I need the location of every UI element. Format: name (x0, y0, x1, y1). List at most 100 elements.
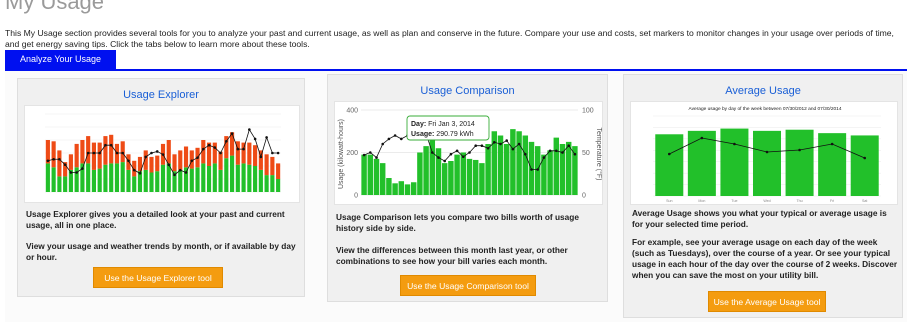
average-usage-title[interactable]: Average Usage (624, 85, 902, 97)
bar-green (423, 146, 429, 195)
bar-green (687, 130, 716, 196)
bar-green (392, 183, 398, 195)
bar-green (45, 163, 50, 192)
temperature-point (213, 146, 217, 149)
temperature-point (69, 171, 73, 174)
average-usage-text-2: For example, see your average usage on e… (632, 237, 898, 280)
bar-green (143, 169, 148, 192)
bar-red (132, 160, 137, 177)
bar-red (80, 140, 85, 164)
bar-green (785, 129, 814, 196)
x-tick-label: Thu (796, 199, 802, 203)
bar-red (212, 142, 217, 164)
temperature-point (75, 171, 78, 174)
temperature-point (178, 168, 182, 172)
bar-red (247, 142, 252, 165)
temperature-point (144, 155, 148, 159)
temperature-point (511, 147, 515, 151)
bar-green (253, 166, 258, 192)
bar-green (479, 163, 485, 195)
temperature-point (393, 134, 397, 137)
bar-green (206, 166, 212, 192)
temperature-point (58, 157, 61, 161)
usage-comparison-card: Usage Comparison 400 200 0 100 50 0 Usage (kil… (327, 74, 608, 302)
bar-green (655, 134, 684, 196)
temperature-point (265, 136, 268, 139)
bar-green (103, 164, 108, 192)
temperature-point (46, 159, 50, 163)
temperature-point (155, 150, 159, 153)
bar-red (68, 154, 73, 170)
temperature-point (468, 151, 471, 154)
temperature-point (443, 159, 446, 163)
average-usage-button[interactable]: Use the Average Usage tool (708, 291, 826, 312)
bar-green (264, 175, 269, 192)
intro-text: This My Usage section provides several t… (5, 28, 894, 49)
temperature-point (667, 152, 671, 156)
usage-explorer-button[interactable]: Use the Usage Explorer tool (93, 267, 223, 288)
temperature-point (555, 149, 558, 153)
temperature-point (480, 144, 484, 147)
temperature-point (381, 142, 384, 146)
bar-green (126, 169, 131, 192)
temperature-point (455, 149, 459, 153)
bar-green (441, 163, 448, 195)
bar-red (264, 154, 269, 176)
temperature-point (132, 168, 136, 172)
temperature-point (369, 151, 372, 154)
bar-green (386, 178, 392, 195)
usage-explorer-title[interactable]: Usage Explorer (18, 89, 304, 101)
temperature-point (542, 156, 546, 159)
bar-green (195, 167, 200, 192)
tooltip-usage: Usage: 290.79 kWh (411, 131, 474, 138)
bar-green (183, 167, 189, 192)
temperature-point (150, 151, 153, 155)
bar-red (57, 150, 62, 177)
usage-explorer-chart-svg (45, 113, 281, 193)
temperature-point (236, 147, 240, 151)
bar-red (183, 146, 189, 168)
bar-green (63, 176, 68, 192)
y-axis-label: Usage (kilowatt-hours) (338, 119, 345, 189)
temperature-point (230, 132, 234, 135)
temperature-point (196, 156, 199, 159)
temperature-point (524, 152, 527, 156)
usage-comparison-title[interactable]: Usage Comparison (328, 85, 607, 97)
bar-green (522, 135, 529, 195)
temperature-point (499, 142, 502, 146)
bar-red (126, 154, 131, 170)
tab-analyze-your-usage[interactable]: Analyze Your Usage (5, 50, 116, 69)
bar-red (74, 143, 79, 168)
bar-green (132, 176, 137, 192)
temperature-point (190, 159, 194, 163)
temperature-point (733, 142, 736, 146)
bar-green (466, 158, 473, 195)
tooltip-day-label: Day: (411, 121, 428, 128)
usage-comparison-button[interactable]: Use the Usage Comparison tool (400, 275, 536, 296)
bar-red (97, 142, 102, 169)
bar-green (547, 150, 553, 195)
bar-green (565, 141, 572, 195)
usage-comparison-chart[interactable]: 400 200 0 100 50 0 Usage (kilowatt-hours) Tempe… (334, 101, 603, 205)
usage-comparison-text-1: Usage Comparison lets you compare two bi… (336, 212, 579, 233)
temperature-point (830, 142, 834, 146)
usage-explorer-card: Usage Explorer Usage Explorer gives you … (17, 78, 305, 297)
bar-green (235, 164, 240, 192)
bar-green (224, 158, 229, 192)
bar-green (818, 133, 847, 196)
page-title: My Usage (5, 0, 105, 14)
bar-green (218, 169, 223, 192)
y2-tick-label: 100 (582, 108, 594, 115)
bar-red (51, 141, 56, 168)
bar-green (472, 159, 479, 195)
usage-explorer-chart[interactable] (24, 105, 300, 203)
temperature-point (109, 143, 113, 147)
bar-green (276, 179, 281, 192)
tooltip-usage-value: 290.79 kWh (436, 131, 473, 138)
temperature-point (561, 151, 564, 154)
bar-green (404, 184, 411, 195)
average-usage-chart[interactable]: Average usage by day of the week between… (630, 101, 898, 205)
bar-red (172, 154, 177, 172)
y-tick-label: 0 (354, 193, 358, 200)
temperature-point (207, 143, 211, 147)
